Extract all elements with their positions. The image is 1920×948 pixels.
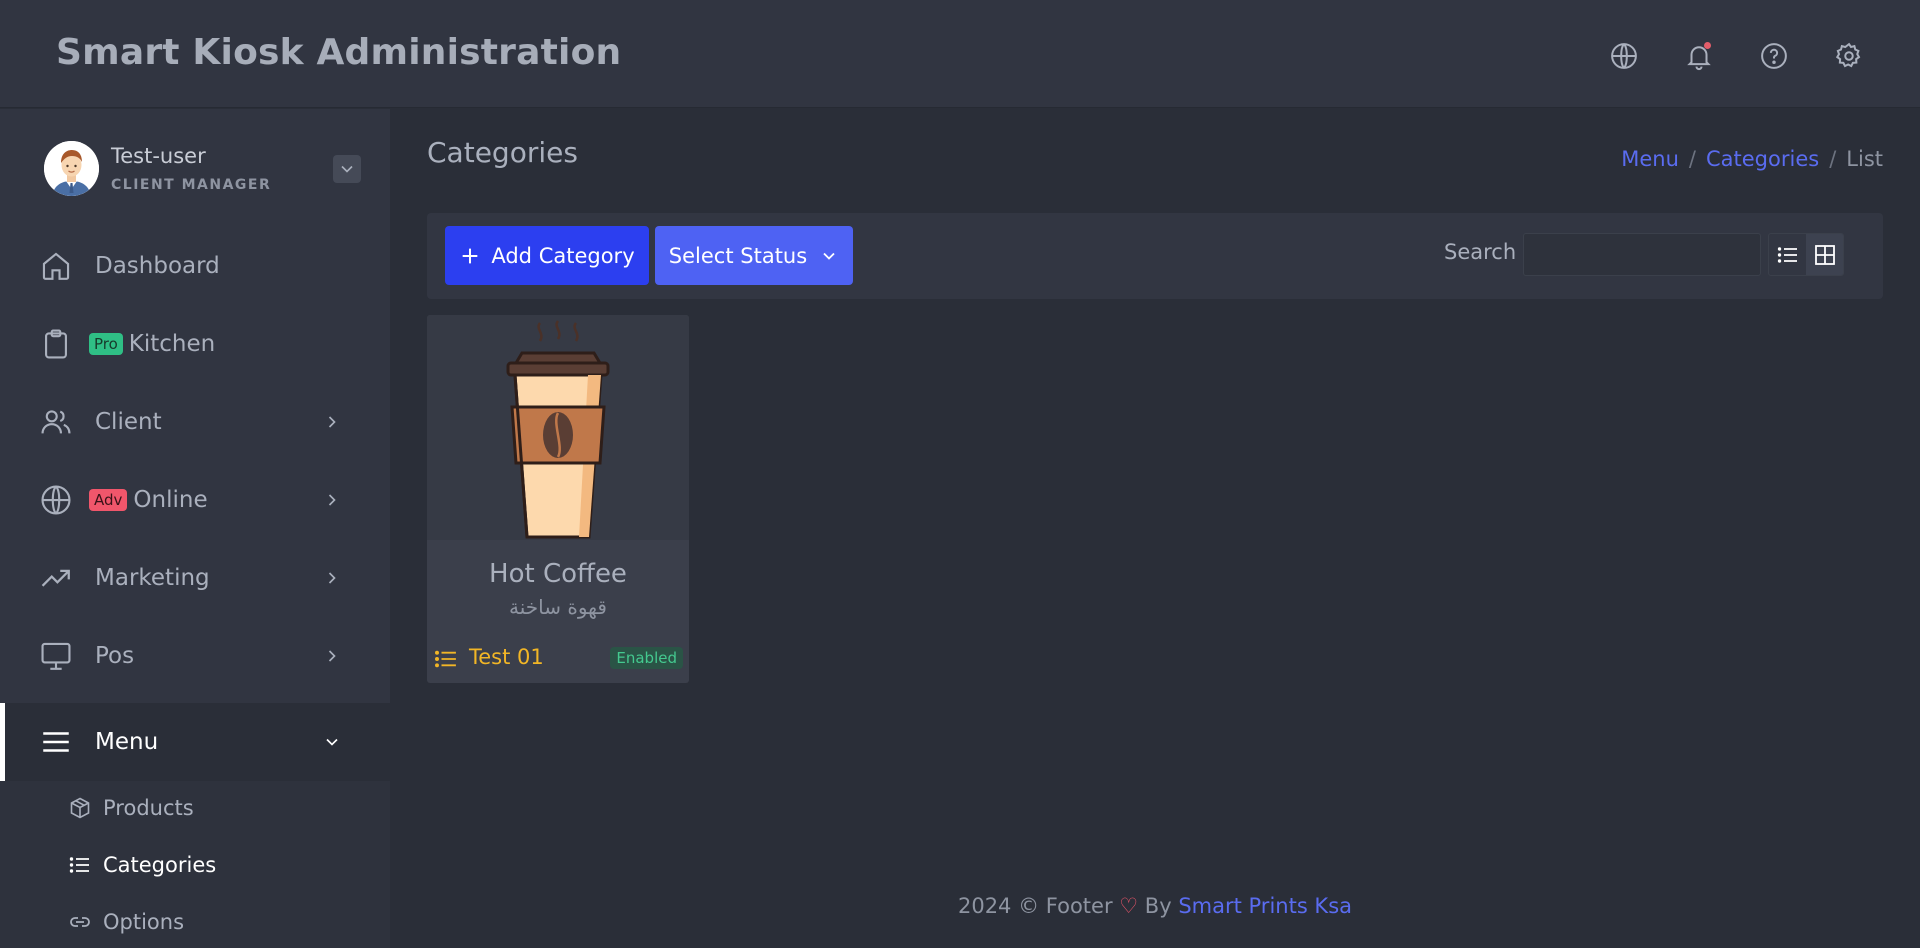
select-status-label: Select Status bbox=[668, 243, 808, 268]
view-toggle bbox=[1768, 233, 1844, 276]
gear-icon[interactable] bbox=[1833, 40, 1865, 72]
menu-icon bbox=[38, 724, 74, 760]
add-category-label: Add Category bbox=[491, 243, 635, 268]
top-bar: Smart Kiosk Administration bbox=[0, 0, 1920, 108]
sidebar-item-kitchen[interactable]: Pro Kitchen bbox=[0, 305, 390, 383]
grid-view-button[interactable] bbox=[1806, 234, 1843, 275]
chevron-right-icon bbox=[328, 650, 336, 662]
submenu-item-label: Options bbox=[103, 910, 185, 934]
user-menu-toggle[interactable] bbox=[333, 155, 361, 183]
category-card-footer: Test 01 Enabled bbox=[435, 645, 683, 673]
sidebar-item-online[interactable]: Adv Online bbox=[0, 461, 390, 539]
breadcrumb-menu[interactable]: Menu bbox=[1621, 147, 1679, 171]
sidebar-item-label: Dashboard bbox=[95, 253, 220, 279]
main-content: Categories Menu / Categories / List Add … bbox=[390, 109, 1920, 948]
avatar bbox=[44, 141, 99, 196]
page-footer: 2024 © Footer ♡ By Smart Prints Ksa bbox=[390, 894, 1920, 918]
chevron-right-icon bbox=[328, 416, 336, 428]
adv-badge: Adv bbox=[89, 489, 128, 511]
box-icon bbox=[70, 797, 90, 819]
sidebar-item-marketing[interactable]: Marketing bbox=[0, 539, 390, 617]
monitor-icon bbox=[38, 638, 74, 674]
submenu-item-label: Products bbox=[103, 796, 194, 820]
link-icon bbox=[70, 917, 90, 927]
chevron-down-icon bbox=[341, 165, 353, 173]
submenu: Products Categories Options bbox=[0, 781, 390, 948]
breadcrumb: Menu / Categories / List bbox=[1621, 147, 1883, 171]
coffee-cup-image bbox=[427, 315, 689, 540]
category-card[interactable]: Hot Coffee قهوة ساخنة Test 01 Enabled bbox=[427, 315, 689, 683]
notification-dot bbox=[1704, 42, 1711, 49]
sidebar-item-dashboard[interactable]: Dashboard bbox=[0, 227, 390, 305]
chevron-right-icon bbox=[328, 572, 336, 584]
pro-badge: Pro bbox=[89, 333, 123, 355]
breadcrumb-separator: / bbox=[1829, 147, 1837, 171]
footer-link[interactable]: Smart Prints Ksa bbox=[1178, 894, 1352, 918]
sidebar-item-label-wrap: Pro Kitchen bbox=[89, 331, 215, 357]
add-category-button[interactable]: Add Category bbox=[445, 226, 649, 285]
select-status-dropdown[interactable]: Select Status bbox=[655, 226, 853, 285]
globe-icon[interactable] bbox=[1608, 40, 1640, 72]
bell-icon[interactable] bbox=[1683, 40, 1715, 72]
user-name: Test-user bbox=[111, 144, 206, 168]
sidebar-item-label: Client bbox=[95, 409, 162, 435]
search-input[interactable] bbox=[1523, 233, 1761, 276]
sidebar-item-label-wrap: Adv Online bbox=[89, 487, 208, 513]
sidebar-item-label: Pos bbox=[95, 643, 135, 669]
category-kiosk: Test 01 bbox=[469, 645, 544, 669]
submenu-item-options[interactable]: Options bbox=[0, 895, 390, 948]
chevron-down-icon bbox=[326, 738, 338, 746]
user-role: CLIENT MANAGER bbox=[111, 177, 272, 193]
breadcrumb-separator: / bbox=[1688, 147, 1696, 171]
sidebar-item-pos[interactable]: Pos bbox=[0, 617, 390, 695]
heart-icon: ♡ bbox=[1119, 894, 1139, 918]
user-profile: Test-user CLIENT MANAGER bbox=[44, 141, 364, 201]
globe-icon bbox=[38, 482, 74, 518]
sidebar-item-client[interactable]: Client bbox=[0, 383, 390, 461]
chevron-right-icon bbox=[328, 494, 336, 506]
submenu-item-products[interactable]: Products bbox=[0, 781, 390, 835]
sidebar-item-label: Marketing bbox=[95, 565, 210, 591]
plus-icon bbox=[463, 248, 478, 263]
chevron-down-icon bbox=[823, 252, 835, 260]
users-icon bbox=[38, 404, 74, 440]
submenu-item-categories[interactable]: Categories bbox=[0, 838, 390, 892]
sidebar: Test-user CLIENT MANAGER Dashboard Pro K… bbox=[0, 109, 390, 948]
list-icon bbox=[1777, 246, 1797, 263]
submenu-item-label: Categories bbox=[103, 853, 217, 877]
category-name: Hot Coffee bbox=[489, 559, 627, 589]
page-title: Categories bbox=[427, 136, 578, 169]
list-icon bbox=[69, 857, 89, 873]
clipboard-icon bbox=[38, 326, 74, 362]
status-badge: Enabled bbox=[610, 647, 683, 669]
sidebar-item-menu[interactable]: Menu bbox=[0, 703, 390, 781]
list-view-button[interactable] bbox=[1769, 234, 1806, 275]
grid-icon bbox=[1814, 244, 1835, 265]
search-label: Search bbox=[1444, 240, 1517, 264]
home-icon bbox=[38, 248, 74, 284]
sidebar-item-label: Kitchen bbox=[128, 331, 216, 357]
sidebar-item-label: Menu bbox=[95, 729, 159, 755]
category-name-arabic: قهوة ساخنة bbox=[509, 595, 607, 619]
footer-text: 2024 © Footer bbox=[957, 894, 1113, 918]
sidebar-item-label: Online bbox=[133, 487, 208, 513]
footer-by: By bbox=[1144, 894, 1172, 918]
app-title: Smart Kiosk Administration bbox=[56, 32, 622, 73]
toolbar: Add Category Select Status Search bbox=[427, 213, 1883, 299]
trending-up-icon bbox=[38, 560, 74, 596]
breadcrumb-current: List bbox=[1846, 147, 1883, 171]
help-icon[interactable] bbox=[1758, 40, 1790, 72]
list-icon bbox=[435, 650, 456, 668]
breadcrumb-categories[interactable]: Categories bbox=[1706, 147, 1819, 171]
